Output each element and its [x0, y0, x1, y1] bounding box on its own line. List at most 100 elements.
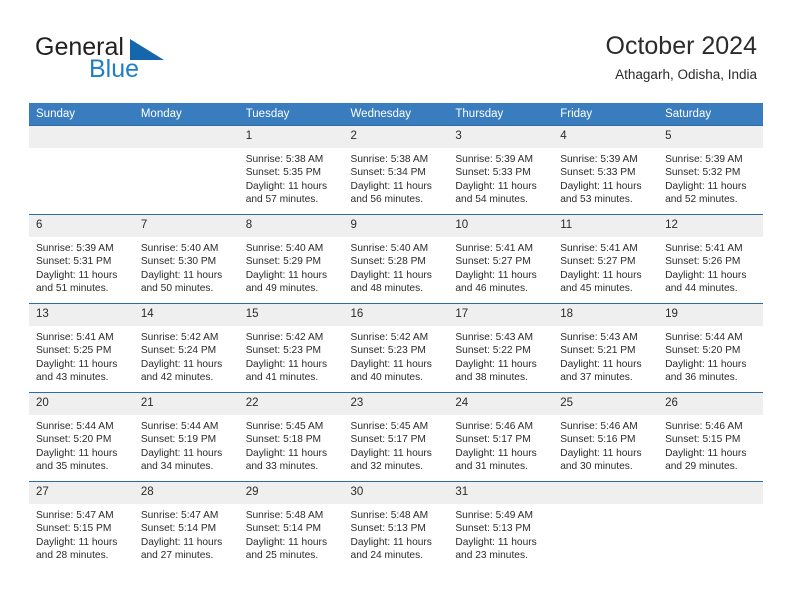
page-header: General Blue October 2024 Athagarh, Odis…: [0, 0, 792, 103]
sunrise-text: Sunrise: 5:44 AM: [140, 421, 219, 432]
calendar-week-row: 27 Sunrise: 5:47 AM Sunset: 5:15 PM Dayl…: [29, 481, 763, 571]
calendar-day-cell[interactable]: 21 Sunrise: 5:44 AM Sunset: 5:19 PM Dayl…: [133, 392, 239, 482]
calendar-day-cell[interactable]: 18 Sunrise: 5:43 AM Sunset: 5:21 PM Dayl…: [553, 303, 659, 393]
daylight-text-line2: and 24 minutes.: [350, 549, 424, 561]
sunrise-text: Sunrise: 5:43 AM: [455, 332, 533, 343]
day-number: 23: [343, 393, 449, 415]
calendar-day-cell[interactable]: 6 Sunrise: 5:39 AM Sunset: 5:31 PM Dayli…: [29, 214, 134, 304]
day-details: Sunrise: 5:42 AM Sunset: 5:23 PM Dayligh…: [344, 326, 449, 384]
sunset-text: Sunset: 5:20 PM: [665, 345, 741, 357]
calendar-day-cell[interactable]: 5 Sunrise: 5:39 AM Sunset: 5:32 PM Dayli…: [658, 125, 763, 215]
calendar-day-cell[interactable]: [658, 481, 763, 571]
calendar-day-cell[interactable]: 27 Sunrise: 5:47 AM Sunset: 5:15 PM Dayl…: [29, 481, 134, 571]
sunset-text: Sunset: 5:14 PM: [140, 523, 217, 535]
calendar-day-cell[interactable]: 13 Sunrise: 5:41 AM Sunset: 5:25 PM Dayl…: [29, 303, 134, 393]
day-details: Sunrise: 5:43 AM Sunset: 5:22 PM Dayligh…: [448, 326, 553, 384]
sunrise-text: Sunrise: 5:42 AM: [245, 332, 324, 343]
daylight-text-line2: and 43 minutes.: [36, 371, 109, 383]
calendar-day-cell[interactable]: 24 Sunrise: 5:46 AM Sunset: 5:17 PM Dayl…: [448, 392, 554, 482]
day-number: 2: [343, 126, 449, 148]
calendar-day-cell[interactable]: 3 Sunrise: 5:39 AM Sunset: 5:33 PM Dayli…: [448, 125, 554, 215]
daylight-text-line1: Daylight: 11 hours: [350, 180, 432, 192]
daylight-text-line2: and 30 minutes.: [560, 460, 633, 472]
sunset-text: Sunset: 5:13 PM: [350, 523, 426, 535]
sunset-text: Sunset: 5:31 PM: [36, 256, 112, 268]
daylight-text-line2: and 49 minutes.: [245, 282, 319, 294]
calendar-day-cell[interactable]: 4 Sunrise: 5:39 AM Sunset: 5:33 PM Dayli…: [553, 125, 659, 215]
sunrise-text: Sunrise: 5:47 AM: [140, 510, 219, 521]
day-number: 29: [238, 482, 344, 504]
sunset-text: Sunset: 5:19 PM: [140, 434, 217, 446]
calendar-day-cell[interactable]: 11 Sunrise: 5:41 AM Sunset: 5:27 PM Dayl…: [553, 214, 659, 304]
calendar-day-cell[interactable]: 7 Sunrise: 5:40 AM Sunset: 5:30 PM Dayli…: [133, 214, 239, 304]
day-number: 12: [658, 215, 763, 237]
calendar-day-cell[interactable]: 23 Sunrise: 5:45 AM Sunset: 5:17 PM Dayl…: [343, 392, 449, 482]
day-details: Sunrise: 5:42 AM Sunset: 5:24 PM Dayligh…: [134, 326, 239, 384]
day-details: Sunrise: 5:41 AM Sunset: 5:25 PM Dayligh…: [29, 326, 134, 384]
calendar-day-cell[interactable]: 10 Sunrise: 5:41 AM Sunset: 5:27 PM Dayl…: [448, 214, 554, 304]
calendar-day-cell[interactable]: 29 Sunrise: 5:48 AM Sunset: 5:14 PM Dayl…: [238, 481, 344, 571]
sunrise-text: Sunrise: 5:39 AM: [665, 154, 743, 165]
sunset-text: Sunset: 5:17 PM: [350, 434, 426, 446]
daylight-text-line2: and 34 minutes.: [140, 460, 214, 472]
calendar-day-cell[interactable]: [29, 125, 134, 215]
day-details: Sunrise: 5:40 AM Sunset: 5:29 PM Dayligh…: [239, 237, 344, 295]
weekday-header-tuesday: Tuesday: [238, 103, 344, 126]
calendar-day-cell[interactable]: 20 Sunrise: 5:44 AM Sunset: 5:20 PM Dayl…: [29, 392, 134, 482]
sunrise-text: Sunrise: 5:40 AM: [350, 243, 429, 254]
calendar-day-cell[interactable]: 26 Sunrise: 5:46 AM Sunset: 5:15 PM Dayl…: [658, 392, 763, 482]
day-details: Sunrise: 5:39 AM Sunset: 5:32 PM Dayligh…: [658, 148, 763, 206]
day-number: 27: [29, 482, 134, 504]
calendar-week-row: 20 Sunrise: 5:44 AM Sunset: 5:20 PM Dayl…: [29, 392, 763, 482]
brand-logo[interactable]: General Blue: [35, 33, 255, 89]
calendar-day-cell[interactable]: 8 Sunrise: 5:40 AM Sunset: 5:29 PM Dayli…: [238, 214, 344, 304]
calendar-day-cell[interactable]: 31 Sunrise: 5:49 AM Sunset: 5:13 PM Dayl…: [448, 481, 554, 571]
daylight-text-line1: Daylight: 11 hours: [350, 447, 432, 459]
daylight-text-line1: Daylight: 11 hours: [36, 536, 118, 548]
calendar-day-cell[interactable]: 30 Sunrise: 5:48 AM Sunset: 5:13 PM Dayl…: [343, 481, 449, 571]
daylight-text-line2: and 54 minutes.: [455, 193, 528, 205]
sunrise-text: Sunrise: 5:39 AM: [560, 154, 638, 165]
calendar-header-row: Sunday Monday Tuesday Wednesday Thursday…: [29, 103, 763, 126]
calendar-day-cell[interactable]: 1 Sunrise: 5:38 AM Sunset: 5:35 PM Dayli…: [238, 125, 344, 215]
calendar-day-cell[interactable]: 17 Sunrise: 5:43 AM Sunset: 5:22 PM Dayl…: [448, 303, 554, 393]
calendar-page: General Blue October 2024 Athagarh, Odis…: [0, 0, 792, 612]
sunrise-text: Sunrise: 5:46 AM: [560, 421, 638, 432]
daylight-text-line2: and 40 minutes.: [350, 371, 424, 383]
daylight-text-line2: and 44 minutes.: [665, 282, 738, 294]
day-number: 11: [553, 215, 659, 237]
calendar-day-cell[interactable]: 19 Sunrise: 5:44 AM Sunset: 5:20 PM Dayl…: [658, 303, 763, 393]
calendar-day-cell[interactable]: 12 Sunrise: 5:41 AM Sunset: 5:26 PM Dayl…: [658, 214, 763, 304]
day-details: Sunrise: 5:42 AM Sunset: 5:23 PM Dayligh…: [239, 326, 344, 384]
sunset-text: Sunset: 5:27 PM: [560, 256, 636, 268]
daylight-text-line1: Daylight: 11 hours: [245, 536, 328, 548]
weekday-header-monday: Monday: [133, 103, 239, 126]
daylight-text-line1: Daylight: 11 hours: [140, 447, 223, 459]
daylight-text-line1: Daylight: 11 hours: [36, 447, 118, 459]
day-details: Sunrise: 5:46 AM Sunset: 5:16 PM Dayligh…: [553, 415, 658, 473]
daylight-text-line2: and 50 minutes.: [140, 282, 214, 294]
title-block: October 2024 Athagarh, Odisha, India: [606, 30, 758, 85]
sunrise-text: Sunrise: 5:43 AM: [560, 332, 638, 343]
calendar-day-cell[interactable]: 25 Sunrise: 5:46 AM Sunset: 5:16 PM Dayl…: [553, 392, 659, 482]
daylight-text-line2: and 29 minutes.: [665, 460, 738, 472]
daylight-text-line2: and 42 minutes.: [140, 371, 214, 383]
calendar-day-cell[interactable]: 28 Sunrise: 5:47 AM Sunset: 5:14 PM Dayl…: [133, 481, 239, 571]
calendar-day-cell[interactable]: 14 Sunrise: 5:42 AM Sunset: 5:24 PM Dayl…: [133, 303, 239, 393]
calendar-day-cell[interactable]: [553, 481, 659, 571]
calendar-day-cell[interactable]: 2 Sunrise: 5:38 AM Sunset: 5:34 PM Dayli…: [343, 125, 449, 215]
sunset-text: Sunset: 5:23 PM: [245, 345, 322, 357]
daylight-text-line2: and 25 minutes.: [245, 549, 319, 561]
calendar-day-cell[interactable]: [133, 125, 239, 215]
calendar-day-cell[interactable]: 16 Sunrise: 5:42 AM Sunset: 5:23 PM Dayl…: [343, 303, 449, 393]
day-details: Sunrise: 5:38 AM Sunset: 5:34 PM Dayligh…: [344, 148, 449, 206]
daylight-text-line1: Daylight: 11 hours: [350, 536, 432, 548]
daylight-text-line1: Daylight: 11 hours: [350, 269, 432, 281]
calendar-day-cell[interactable]: 22 Sunrise: 5:45 AM Sunset: 5:18 PM Dayl…: [238, 392, 344, 482]
sunrise-text: Sunrise: 5:40 AM: [140, 243, 219, 254]
day-details: Sunrise: 5:45 AM Sunset: 5:18 PM Dayligh…: [239, 415, 344, 473]
calendar-day-cell[interactable]: 9 Sunrise: 5:40 AM Sunset: 5:28 PM Dayli…: [343, 214, 449, 304]
calendar-day-cell[interactable]: 15 Sunrise: 5:42 AM Sunset: 5:23 PM Dayl…: [238, 303, 344, 393]
sunset-text: Sunset: 5:15 PM: [36, 523, 112, 535]
day-number: 9: [343, 215, 449, 237]
